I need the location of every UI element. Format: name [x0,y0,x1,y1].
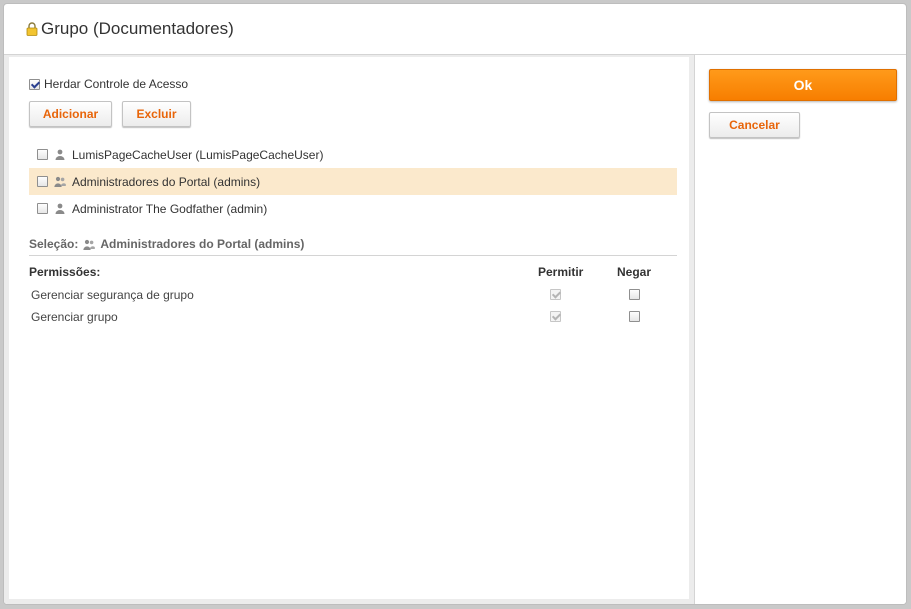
list-item[interactable]: LumisPageCacheUser (LumisPageCacheUser) [29,141,677,168]
permissions-header: Permissões: Permitir Negar [29,265,677,281]
selection-label: Seleção: [29,237,79,251]
inherit-access-checkbox[interactable] [29,78,40,90]
selection-value: Administradores do Portal (admins) [100,237,305,251]
allow-checkbox [550,289,561,300]
user-icon [54,203,66,214]
group-icon [83,239,96,250]
deny-column-header: Negar [617,265,652,279]
allow-column-header: Permitir [538,265,584,279]
inherit-access-row[interactable]: Herdar Controle de Acesso [29,77,188,91]
deny-checkbox[interactable] [629,289,640,300]
dialog-titlebar: Grupo (Documentadores) [4,4,906,55]
add-button[interactable]: Adicionar [29,101,112,127]
principal-checkbox[interactable] [37,149,48,160]
principal-name: Administradores do Portal (admins) [72,174,261,189]
principal-list: LumisPageCacheUser (LumisPageCacheUser) … [29,141,677,222]
list-item[interactable]: Administrator The Godfather (admin) [29,195,677,222]
principal-name: Administrator The Godfather (admin) [72,201,268,216]
permission-row: Gerenciar segurança de grupo [31,286,677,304]
selection-summary: Seleção: Administradores do Portal (admi… [29,233,677,256]
permission-row: Gerenciar grupo [31,308,677,326]
permission-label: Gerenciar grupo [31,310,118,324]
principal-name: LumisPageCacheUser (LumisPageCacheUser) [72,147,324,162]
user-icon [54,149,66,160]
lock-icon [26,22,38,36]
deny-checkbox[interactable] [629,311,640,322]
permissions-title: Permissões: [29,265,101,279]
principal-checkbox[interactable] [37,176,48,187]
actions-pane: Ok Cancelar [694,55,906,604]
ok-button[interactable]: Ok [709,69,897,101]
inherit-access-label: Herdar Controle de Acesso [44,77,189,91]
principal-checkbox[interactable] [37,203,48,214]
dialog-title: Grupo (Documentadores) [41,19,234,38]
permission-label: Gerenciar segurança de grupo [31,288,194,302]
security-dialog: Grupo (Documentadores) Herdar Controle d… [3,3,907,605]
delete-button[interactable]: Excluir [122,101,191,127]
group-icon [54,176,66,187]
allow-checkbox [550,311,561,322]
access-control-pane: Herdar Controle de Acesso Adicionar Excl… [4,55,694,604]
cancel-button[interactable]: Cancelar [709,112,800,138]
list-item[interactable]: Administradores do Portal (admins) [29,168,677,195]
